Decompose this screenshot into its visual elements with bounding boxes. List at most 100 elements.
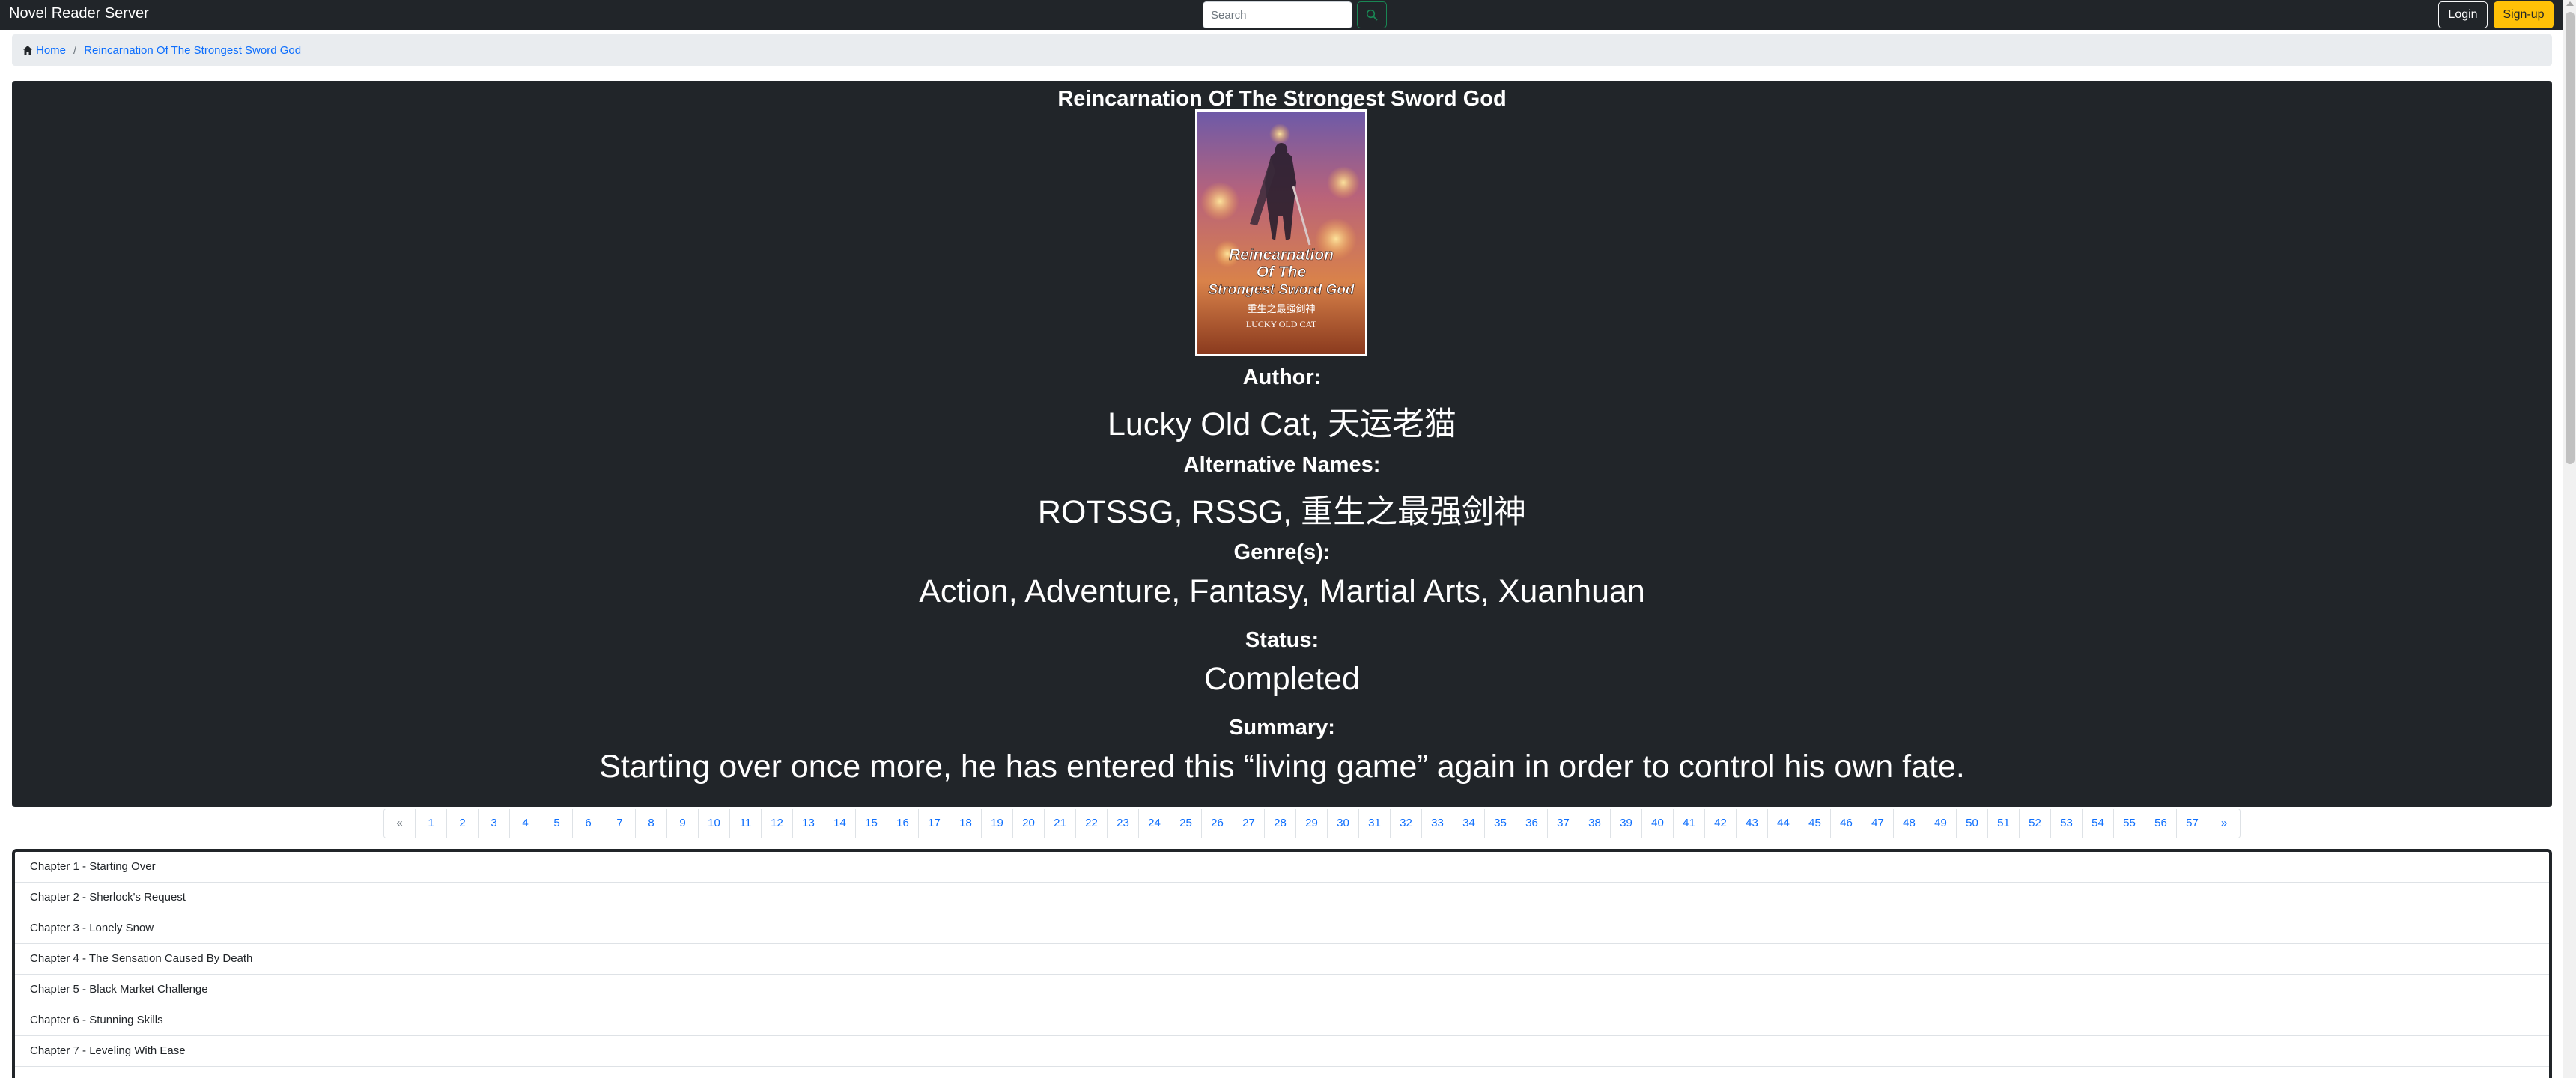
navbar: Novel Reader Server Login Sign-up	[0, 0, 2576, 30]
cover-author: LUCKY OLD CAT	[1246, 319, 1317, 329]
pagination-page-link[interactable]: 4	[510, 809, 541, 838]
pagination-page-link[interactable]: 23	[1108, 809, 1139, 838]
pagination-page-link[interactable]: 1	[416, 809, 447, 838]
pagination-page-link[interactable]: 33	[1422, 809, 1453, 838]
chapter-list-item[interactable]: Chapter 2 - Sherlock's Request	[15, 883, 2549, 913]
chapter-list-item[interactable]: Chapter 5 - Black Market Challenge	[15, 975, 2549, 1005]
status-value: Completed	[1204, 661, 1360, 697]
page: Novel Reader Server Login Sign-up Home /	[0, 0, 2576, 1078]
pagination-page-link[interactable]: 37	[1548, 809, 1579, 838]
pagination-page-link[interactable]: 10	[699, 809, 730, 838]
chapter-list-item[interactable]: Chapter 6 - Stunning Skills	[15, 1005, 2549, 1036]
novel-info-panel: Reincarnation Of The Strongest Sword God	[12, 81, 2552, 807]
pagination-page-link[interactable]: 19	[982, 809, 1013, 838]
chapter-list-item[interactable]: Chapter 3 - Lonely Snow	[15, 913, 2549, 944]
chapter-pagination: « 1 2 3 4 5 6 7 8 9 10 11 12 13 14 15 16 17 18 19 20 21 22 23 2…	[383, 808, 2241, 838]
pagination-page-link[interactable]: 24	[1139, 809, 1170, 838]
chapter-list: Chapter 1 - Starting Over Chapter 2 - She…	[12, 849, 2552, 1078]
pagination-page-link[interactable]: 34	[1453, 809, 1485, 838]
author-value: Lucky Old Cat, 天运老猫	[1108, 406, 1456, 442]
cover-title-line-2: Of The	[1257, 264, 1307, 281]
status-label: Status:	[1245, 628, 1319, 652]
pagination-page-link[interactable]: 51	[1988, 809, 2020, 838]
pagination-page-link[interactable]: 12	[762, 809, 793, 838]
pagination-page-link[interactable]: 8	[636, 809, 667, 838]
pagination-page-link[interactable]: 31	[1359, 809, 1391, 838]
pagination-page-link[interactable]: 28	[1265, 809, 1296, 838]
chapter-list-item[interactable]: Chapter 4 - The Sensation Caused By Deat…	[15, 944, 2549, 975]
brand-title[interactable]: Novel Reader Server	[9, 5, 149, 22]
pagination-page-link[interactable]: 3	[479, 809, 510, 838]
breadcrumb-separator: /	[73, 43, 77, 57]
cover-chinese-title: 重生之最强剑神	[1247, 303, 1315, 315]
novel-title: Reincarnation Of The Strongest Sword God	[1057, 87, 1507, 111]
pagination-page-link[interactable]: 35	[1485, 809, 1516, 838]
signup-button[interactable]: Sign-up	[2494, 1, 2554, 28]
pagination-page-link[interactable]: 16	[887, 809, 919, 838]
pagination-page-link[interactable]: 29	[1296, 809, 1328, 838]
page-scrollbar[interactable]	[2563, 0, 2576, 1078]
genres-label: Genre(s):	[1233, 540, 1331, 564]
pagination-page-link[interactable]: 32	[1391, 809, 1422, 838]
pagination-page-link[interactable]: 25	[1170, 809, 1202, 838]
pagination-page-link[interactable]: 40	[1642, 809, 1674, 838]
pagination-page-link[interactable]: 41	[1674, 809, 1705, 838]
search-icon	[1366, 9, 1378, 21]
pagination-page-link[interactable]: 14	[824, 809, 856, 838]
scroll-up-arrow-icon[interactable]	[2566, 1, 2574, 6]
pagination-page-link[interactable]: 53	[2051, 809, 2083, 838]
pagination-page-link[interactable]: 6	[573, 809, 604, 838]
pagination-page-link[interactable]: 43	[1737, 809, 1768, 838]
search-button[interactable]	[1357, 1, 1387, 28]
pagination-page-link[interactable]: 49	[1925, 809, 1957, 838]
pagination-page-link[interactable]: 21	[1045, 809, 1076, 838]
author-label: Author:	[1242, 365, 1322, 389]
pagination-page-link[interactable]: 52	[2020, 809, 2051, 838]
pagination-page-link[interactable]: 15	[856, 809, 887, 838]
pagination-page-link[interactable]: 5	[541, 809, 573, 838]
pagination-page-link[interactable]: 7	[604, 809, 636, 838]
pagination-page-link[interactable]: 36	[1516, 809, 1548, 838]
pagination-page-link[interactable]: 54	[2083, 809, 2114, 838]
cover-title-line-3: Strongest Sword God	[1208, 282, 1355, 298]
pagination-page-link[interactable]: 46	[1831, 809, 1862, 838]
breadcrumb: Home / Reincarnation Of The Strongest Sw…	[12, 34, 2552, 66]
summary-label: Summary:	[1229, 716, 1335, 740]
genres-value: Action, Adventure, Fantasy, Martial Arts…	[919, 573, 1645, 609]
pagination-page-link[interactable]: 27	[1233, 809, 1265, 838]
pagination-next[interactable]: »	[2208, 809, 2240, 838]
pagination-page-link[interactable]: 11	[730, 809, 762, 838]
novel-cover-image: Reincarnation Of The Strongest Sword God…	[1195, 109, 1367, 356]
breadcrumb-home-link[interactable]: Home	[36, 44, 66, 57]
pagination-page-link[interactable]: 26	[1202, 809, 1233, 838]
chapter-list-item[interactable]: Chapter 7 - Leveling With Ease	[15, 1036, 2549, 1067]
search-input[interactable]	[1203, 1, 1352, 28]
pagination-page-link[interactable]: 44	[1768, 809, 1799, 838]
pagination-page-link[interactable]: 55	[2114, 809, 2145, 838]
pagination-page-link[interactable]: 2	[447, 809, 479, 838]
pagination-page-link[interactable]: 20	[1013, 809, 1045, 838]
summary-value: Starting over once more, he has entered …	[599, 749, 1965, 785]
pagination-page-link[interactable]: 57	[2177, 809, 2208, 838]
pagination-page-link[interactable]: 39	[1611, 809, 1642, 838]
pagination-page-link[interactable]: 13	[793, 809, 824, 838]
pagination-page-link[interactable]: 56	[2145, 809, 2177, 838]
scrollbar-thumb[interactable]	[2566, 12, 2575, 464]
pagination-page-link[interactable]: 50	[1957, 809, 1988, 838]
pagination-page-link[interactable]: 45	[1799, 809, 1831, 838]
house-icon	[22, 45, 33, 55]
pagination-previous[interactable]: «	[384, 809, 416, 838]
pagination-page-link[interactable]: 47	[1862, 809, 1894, 838]
pagination-page-link[interactable]: 42	[1705, 809, 1737, 838]
alternative-names-label: Alternative Names:	[1183, 453, 1381, 477]
pagination-page-link[interactable]: 48	[1894, 809, 1925, 838]
pagination-page-link[interactable]: 22	[1076, 809, 1108, 838]
pagination-page-link[interactable]: 18	[950, 809, 982, 838]
chapter-list-item[interactable]: Chapter 1 - Starting Over	[15, 852, 2549, 883]
pagination-page-link[interactable]: 38	[1579, 809, 1611, 838]
pagination-page-link[interactable]: 30	[1328, 809, 1359, 838]
pagination-page-link[interactable]: 9	[667, 809, 699, 838]
pagination-page-link[interactable]: 17	[919, 809, 950, 838]
breadcrumb-novel-link[interactable]: Reincarnation Of The Strongest Sword God	[84, 44, 301, 57]
login-button[interactable]: Login	[2438, 1, 2488, 28]
